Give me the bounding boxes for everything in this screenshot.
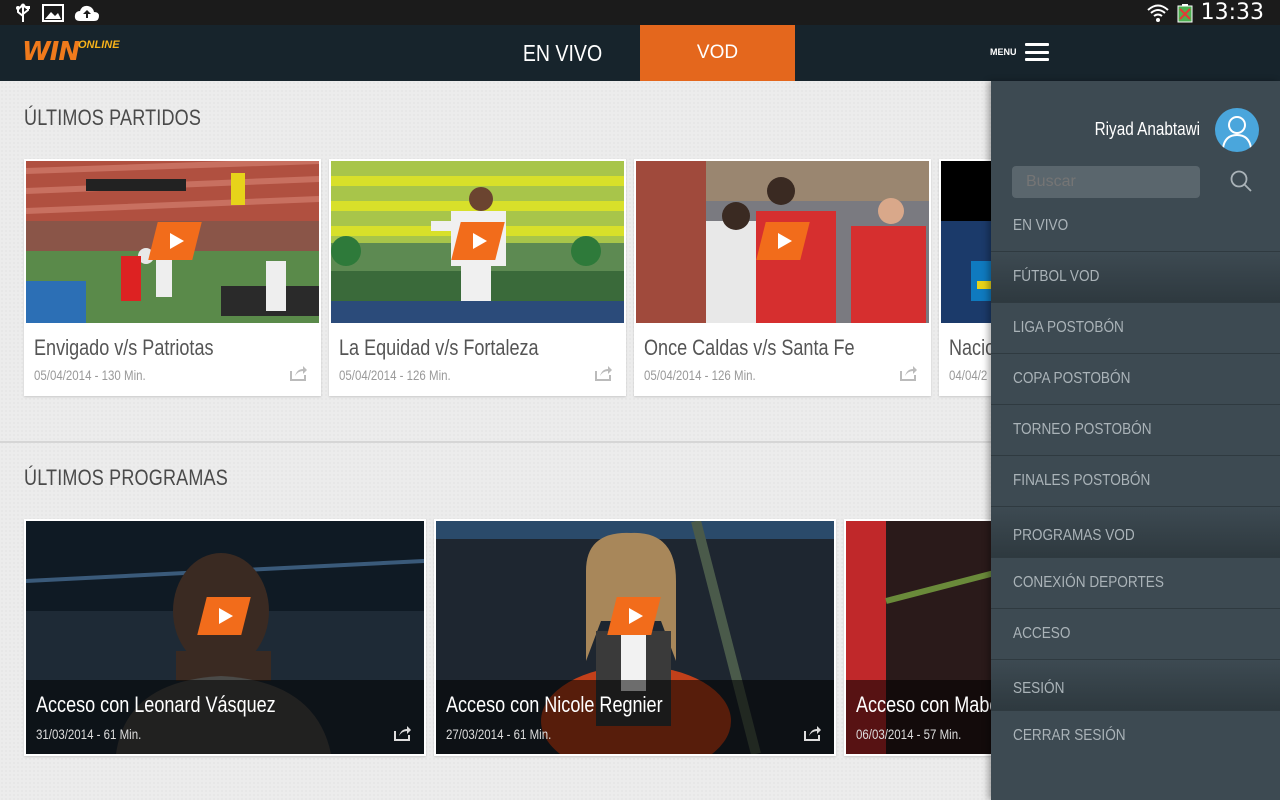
image-icon [42, 4, 64, 22]
video-title: Nacio [949, 335, 996, 360]
program-card[interactable]: Acceso con Nicole Regnier 27/03/2014 - 6… [434, 519, 836, 756]
menu-button[interactable]: MENU [990, 43, 1049, 61]
search-input[interactable] [1012, 166, 1200, 198]
menu-item-en-vivo[interactable]: EN VIVO [991, 201, 1280, 252]
menu-header-programas-vod: PROGRAMAS VOD [991, 507, 1280, 558]
video-meta: 05/04/2014 - 126 Min. [644, 367, 756, 383]
video-thumbnail[interactable] [331, 161, 624, 323]
video-card[interactable]: Once Caldas v/s Santa Fe 05/04/2014 - 12… [634, 159, 931, 396]
app-bar: WIN ONLINE EN VIVO VOD MENU [0, 25, 1280, 81]
video-card[interactable]: Envigado v/s Patriotas 05/04/2014 - 130 … [24, 159, 321, 396]
usb-icon [16, 3, 30, 22]
video-thumbnail[interactable] [26, 161, 319, 323]
status-bar: 13:33 [0, 0, 1280, 25]
video-meta: 05/04/2014 - 130 Min. [34, 367, 146, 383]
search-icon[interactable] [1229, 169, 1253, 193]
program-meta: 27/03/2014 - 61 Min. [446, 726, 552, 742]
menu-icon [1024, 43, 1049, 61]
wifi-icon [1146, 4, 1169, 22]
avatar-icon[interactable] [1215, 108, 1259, 152]
share-icon[interactable] [900, 365, 918, 381]
video-meta: 04/04/2 [949, 367, 988, 383]
clock: 13:33 [1200, 0, 1264, 25]
program-title: Acceso con Leonard Vásquez [36, 692, 276, 717]
menu-item-liga-postobon[interactable]: LIGA POSTOBÓN [991, 303, 1280, 354]
battery-icon [1177, 3, 1193, 22]
video-title: La Equidad v/s Fortaleza [339, 335, 539, 360]
section-title-partidos: ÚLTIMOS PARTIDOS [24, 105, 202, 130]
menu-item-acceso[interactable]: ACCESO [991, 609, 1280, 660]
side-menu: Riyad Anabtawi EN VIVO FÚTBOL VOD LIGA P… [991, 81, 1280, 800]
program-title: Acceso con Mabel [856, 692, 1002, 717]
share-icon[interactable] [290, 365, 308, 381]
menu-item-conexion-deportes[interactable]: CONEXIÓN DEPORTES [991, 558, 1280, 609]
user-name[interactable]: Riyad Anabtawi [1095, 119, 1200, 140]
menu-label: MENU [990, 47, 1017, 57]
menu-item-copa-postobon[interactable]: COPA POSTOBÓN [991, 354, 1280, 405]
menu-item-finales-postobon[interactable]: FINALES POSTOBÓN [991, 456, 1280, 507]
video-card[interactable]: La Equidad v/s Fortaleza 05/04/2014 - 12… [329, 159, 626, 396]
video-meta: 05/04/2014 - 126 Min. [339, 367, 451, 383]
share-icon[interactable] [394, 725, 412, 741]
video-thumbnail[interactable]: Acceso con Leonard Vásquez 31/03/2014 - … [26, 521, 424, 754]
share-icon[interactable] [595, 365, 613, 381]
menu-header-sesion: SESIÓN [991, 660, 1280, 711]
program-meta: 06/03/2014 - 57 Min. [856, 726, 962, 742]
program-meta: 31/03/2014 - 61 Min. [36, 726, 142, 742]
menu-header-futbol-vod: FÚTBOL VOD [991, 252, 1280, 303]
tab-en-vivo[interactable]: EN VIVO [497, 25, 629, 81]
cloud-upload-icon [74, 5, 99, 21]
video-thumbnail[interactable]: Acceso con Nicole Regnier 27/03/2014 - 6… [436, 521, 834, 754]
tab-vod[interactable]: VOD [640, 25, 795, 81]
section-title-programas: ÚLTIMOS PROGRAMAS [24, 465, 228, 490]
menu-item-cerrar-sesion[interactable]: CERRAR SESIÓN [991, 711, 1280, 762]
menu-item-torneo-postobon[interactable]: TORNEO POSTOBÓN [991, 405, 1280, 456]
share-icon[interactable] [804, 725, 822, 741]
win-logo[interactable]: WIN ONLINE [22, 35, 120, 71]
video-thumbnail[interactable]: Acceso con Mabel 06/03/2014 - 57 Min. [846, 521, 1002, 754]
program-card[interactable]: Acceso con Mabel 06/03/2014 - 57 Min. [844, 519, 1004, 756]
video-thumbnail[interactable] [636, 161, 929, 323]
program-title: Acceso con Nicole Regnier [446, 692, 663, 717]
video-title: Envigado v/s Patriotas [34, 335, 214, 360]
program-card[interactable]: Acceso con Leonard Vásquez 31/03/2014 - … [24, 519, 426, 756]
video-title: Once Caldas v/s Santa Fe [644, 335, 855, 360]
